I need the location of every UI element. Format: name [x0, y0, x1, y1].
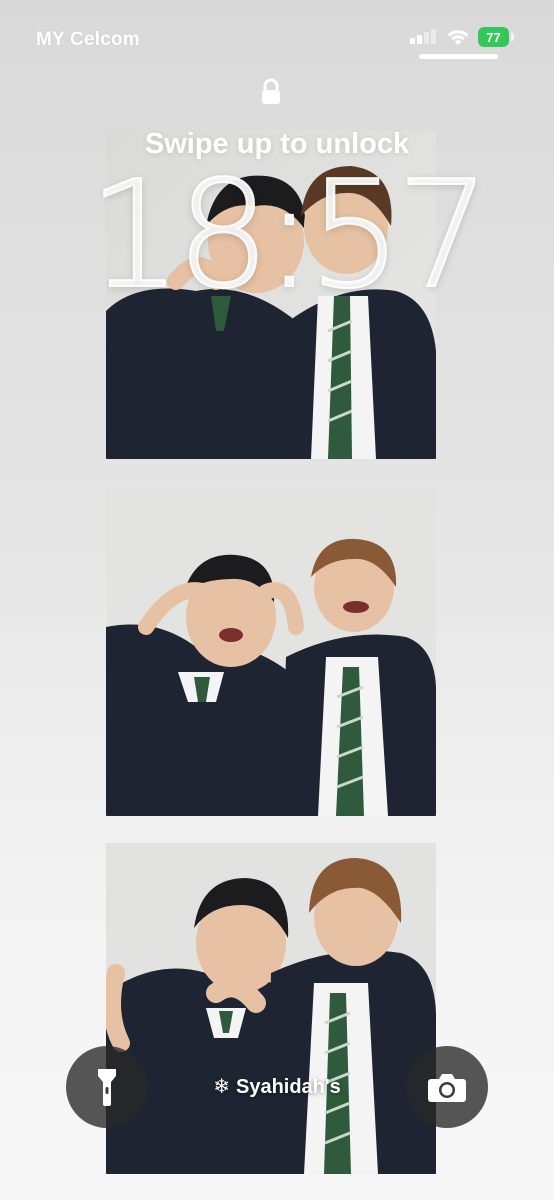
snowflake-icon: ❄ [213, 1076, 230, 1098]
lock-screen-clock: 18:57 [87, 149, 492, 321]
owner-name: Syahidah's [235, 1076, 341, 1098]
wifi-icon [446, 28, 470, 46]
battery-icon: 77 [478, 27, 514, 47]
camera-icon [428, 1074, 466, 1102]
lock-icon [259, 78, 283, 106]
signal-icon [410, 28, 438, 46]
status-icons: 77 [410, 26, 514, 48]
carrier-name: MY Celcom [36, 29, 140, 50]
camera-button[interactable] [406, 1046, 488, 1128]
battery-level: 77 [486, 29, 501, 45]
photo-strip-2 [106, 487, 436, 816]
control-center-indicator[interactable] [419, 54, 498, 59]
photo-strip-3 [106, 843, 436, 1174]
